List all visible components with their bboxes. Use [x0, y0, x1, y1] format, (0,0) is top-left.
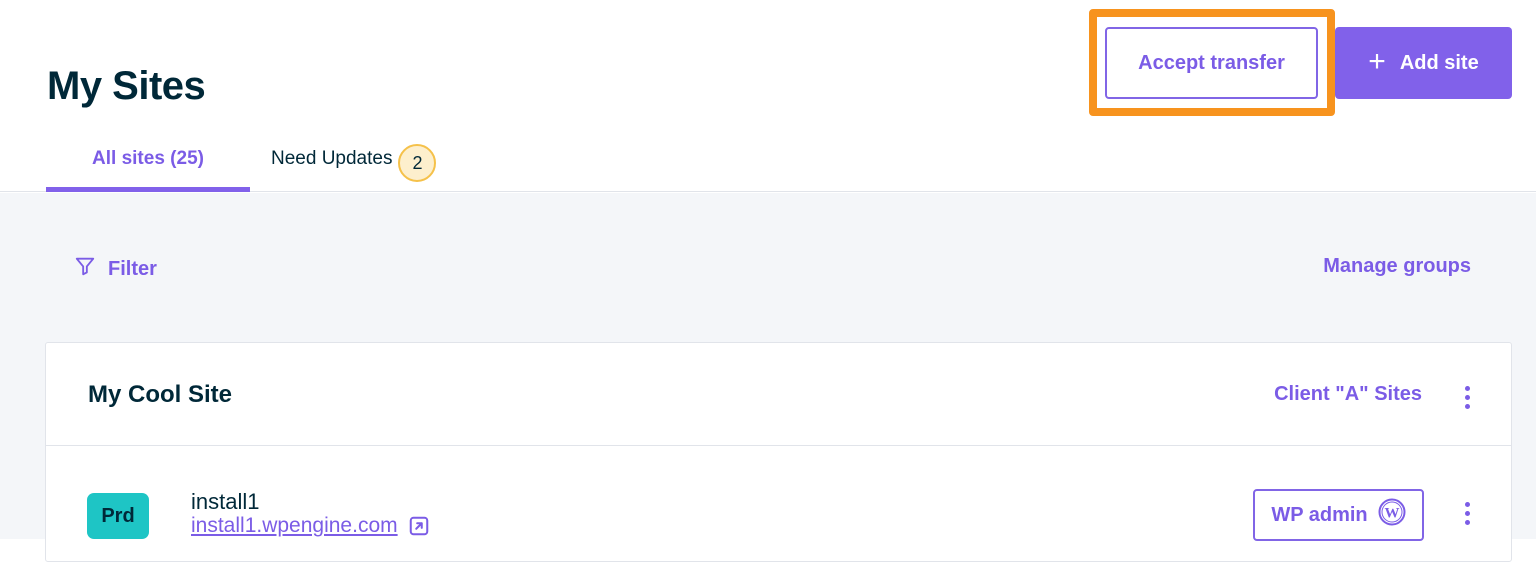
page-title: My Sites	[47, 64, 206, 108]
tab-all-sites-label: All sites (25)	[92, 148, 204, 169]
svg-text:W: W	[1384, 506, 1399, 522]
filter-button[interactable]: Filter	[74, 255, 157, 283]
site-card: My Cool Site Client "A" Sites Prd instal…	[45, 342, 1512, 562]
add-site-label: Add site	[1399, 51, 1479, 74]
add-site-button[interactable]: + Add site	[1335, 27, 1512, 99]
install-more-menu-icon[interactable]	[1457, 498, 1477, 528]
tab-need-updates[interactable]: Need Updates 2	[271, 136, 437, 192]
page-header: My Sites Accept transfer + Add site All …	[0, 0, 1536, 192]
install-url-link[interactable]: install1.wpengine.com	[191, 514, 430, 538]
accept-transfer-label: Accept transfer	[1138, 51, 1285, 74]
wordpress-icon: W	[1378, 498, 1406, 532]
tab-bar: All sites (25) Need Updates 2	[46, 136, 437, 192]
site-more-menu-icon[interactable]	[1457, 382, 1477, 412]
filter-icon	[74, 255, 96, 283]
site-name: My Cool Site	[88, 381, 233, 408]
external-link-icon	[408, 515, 430, 537]
install-name[interactable]: install1	[191, 489, 259, 515]
accept-transfer-button[interactable]: Accept transfer	[1105, 27, 1318, 99]
plus-icon: +	[1368, 44, 1386, 78]
manage-groups-link[interactable]: Manage groups	[1323, 255, 1471, 278]
wp-admin-button[interactable]: WP admin W	[1253, 489, 1424, 541]
main-content: Filter Manage groups My Cool Site Client…	[0, 193, 1536, 562]
wp-admin-label: WP admin	[1271, 503, 1368, 526]
install-row: Prd install1 install1.wpengine.com WP ad…	[46, 446, 1511, 562]
site-group-link[interactable]: Client "A" Sites	[1274, 383, 1422, 406]
install-url-text: install1.wpengine.com	[191, 514, 398, 537]
site-card-header: My Cool Site Client "A" Sites	[46, 343, 1511, 446]
filter-label: Filter	[108, 257, 157, 280]
tab-need-updates-label: Need Updates	[271, 148, 393, 169]
updates-count-badge: 2	[398, 144, 437, 182]
environment-badge: Prd	[87, 493, 149, 539]
tab-all-sites[interactable]: All sites (25)	[46, 136, 250, 192]
